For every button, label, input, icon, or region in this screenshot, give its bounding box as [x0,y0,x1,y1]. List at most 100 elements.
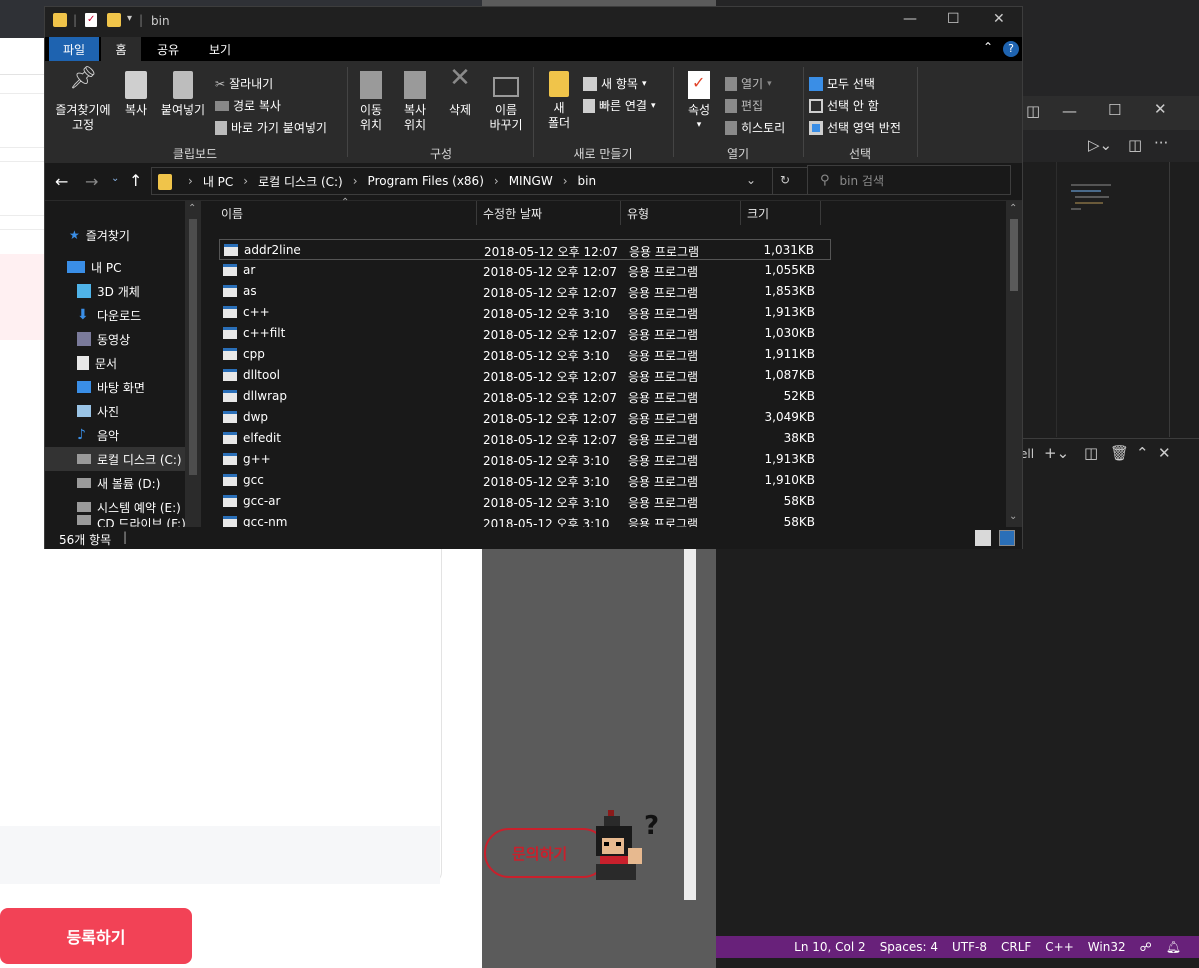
new-folder-button[interactable]: 새 폴더 [537,71,581,131]
search-input[interactable]: ⚲ bin 검색 [807,165,1011,195]
new-folder-icon[interactable] [107,13,121,27]
properties-button[interactable]: ✓ 속성 ▾ [677,71,721,133]
history-button[interactable]: 히스토리 [725,119,785,136]
breadcrumb-item[interactable]: Program Files (x86) [368,174,484,188]
tab-view[interactable]: 보기 [195,37,245,61]
nav-item-desktop[interactable]: 바탕 화면 [45,375,187,399]
maximize-icon[interactable]: ☐ [947,11,960,27]
address-bar[interactable]: › 내 PC › 로컬 디스크 (C:) › Program Files (x8… [151,167,811,195]
language-mode[interactable]: C++ [1045,940,1074,954]
breadcrumb-item[interactable]: MINGW [509,174,553,188]
delete-button[interactable]: ✕ 삭제 [441,65,479,118]
paste-shortcut-button[interactable]: 바로 가기 붙여넣기 [215,119,327,136]
file-row[interactable]: dlltool 2018-05-12 오후 12:07 응용 프로그램 1,087KB [219,365,831,386]
tab-home[interactable]: 홈 [101,37,141,61]
scroll-up-icon[interactable]: ⌃ [1009,203,1017,214]
copy-to-button[interactable]: 복사 위치 [393,71,437,133]
file-row[interactable]: dllwrap 2018-05-12 오후 12:07 응용 프로그램 52KB [219,386,831,407]
maximize-panel-icon[interactable]: ⌃ [1136,444,1149,462]
nav-item-downloads[interactable]: ⬇ 다운로드 [45,303,187,327]
minimize-icon[interactable]: — [903,11,917,27]
file-row[interactable]: g++ 2018-05-12 오후 3:10 응용 프로그램 1,913KB [219,449,831,470]
nav-item-videos[interactable]: 동영상 [45,327,187,351]
more-icon[interactable]: ··· [1154,134,1168,152]
trash-icon[interactable]: 🗑 [1110,444,1129,462]
file-row[interactable]: gcc 2018-05-12 오후 3:10 응용 프로그램 1,910KB [219,470,831,491]
file-row[interactable]: gcc-ar 2018-05-12 오후 3:10 응용 프로그램 58KB [219,491,831,512]
rename-button[interactable]: 이름 바꾸기 [483,71,529,133]
encoding[interactable]: UTF-8 [952,940,987,954]
easy-access-button[interactable]: 빠른 연결 ▾ [583,97,656,114]
customize-toolbar-icon[interactable]: ▾ [127,13,132,24]
nav-item-3d-objects[interactable]: 3D 개체 [45,279,187,303]
copy-button[interactable]: 복사 [117,71,155,118]
file-row[interactable]: c++ 2018-05-12 오후 3:10 응용 프로그램 1,913KB [219,302,831,323]
move-to-button[interactable]: 이동 위치 [351,71,391,133]
nav-item-music[interactable]: ♪ 음악 [45,423,187,447]
help-icon[interactable]: ? [1003,41,1019,57]
invert-selection-button[interactable]: 선택 영역 반전 [809,119,901,136]
address-dropdown-icon[interactable]: ⌄ [746,173,756,187]
edit-button[interactable]: 편집 [725,97,763,114]
file-row[interactable]: c++filt 2018-05-12 오후 12:07 응용 프로그램 1,030KB [219,323,831,344]
file-row[interactable]: cpp 2018-05-12 오후 3:10 응용 프로그램 1,911KB [219,344,831,365]
close-icon[interactable]: ✕ [1154,100,1167,118]
scroll-down-icon[interactable]: ⌄ [1009,511,1017,522]
register-button[interactable]: 등록하기 [0,908,192,964]
scroll-up-icon[interactable]: ⌃ [188,203,196,214]
layout-icon[interactable]: ◫ [1026,102,1040,120]
file-row[interactable]: as 2018-05-12 오후 12:07 응용 프로그램 1,853KB [219,281,831,302]
split-editor-icon[interactable]: ◫ [1128,136,1142,154]
nav-item-cd-drive-f[interactable]: CD 드라이브 (F:) [45,515,187,527]
pin-quick-access-button[interactable]: 📌︎ 즐겨찾기에 고정 [49,68,117,133]
tab-share[interactable]: 공유 [145,37,191,61]
details-view-icon[interactable] [975,530,991,546]
bell-icon[interactable]: 🔔︎ [1166,940,1181,954]
file-row[interactable]: ar 2018-05-12 오후 12:07 응용 프로그램 1,055KB [219,260,831,281]
column-header-date[interactable]: 수정한 날짜 [477,201,621,225]
properties-icon[interactable]: ✓ [85,13,97,27]
tab-file[interactable]: 파일 [49,37,99,61]
refresh-icon[interactable]: ↻ [780,173,790,187]
maximize-icon[interactable]: ☐ [1108,101,1121,119]
large-icons-view-icon[interactable] [999,530,1015,546]
line-ending[interactable]: CRLF [1001,940,1031,954]
breadcrumb-item[interactable]: bin [578,174,597,188]
nav-item-pictures[interactable]: 사진 [45,399,187,423]
minimize-icon[interactable]: — [1062,102,1077,120]
close-panel-icon[interactable]: ✕ [1158,444,1171,462]
indentation[interactable]: Spaces: 4 [880,940,938,954]
column-header-size[interactable]: 크기 [741,201,821,225]
nav-item-local-disk-c[interactable]: 로컬 디스크 (C:) [45,447,187,471]
new-terminal-icon[interactable]: +⌄ [1044,444,1069,462]
web-scrollbar[interactable] [684,540,696,900]
scroll-thumb[interactable] [1010,219,1018,291]
nav-item-this-pc[interactable]: 내 PC [45,255,187,279]
feedback-icon[interactable]: ☍ [1140,940,1152,954]
close-icon[interactable]: ✕ [993,11,1005,27]
breadcrumb-item[interactable]: 로컬 디스크 (C:) [258,173,343,190]
new-item-button[interactable]: 새 항목 ▾ [583,75,646,92]
select-none-button[interactable]: 선택 안 함 [809,97,879,114]
nav-scrollbar[interactable]: ⌃ [185,201,201,527]
paste-button[interactable]: 붙여넣기 [157,71,209,118]
copy-path-button[interactable]: 경로 복사 [215,97,281,114]
breadcrumb-item[interactable]: 내 PC [203,173,233,190]
open-button[interactable]: 열기 ▾ [725,75,772,92]
file-row[interactable]: dwp 2018-05-12 오후 12:07 응용 프로그램 3,049KB [219,407,831,428]
file-row[interactable]: elfedit 2018-05-12 오후 12:07 응용 프로그램 38KB [219,428,831,449]
recent-locations-icon[interactable]: ⌄ [111,173,119,184]
file-list-scrollbar[interactable]: ⌃ ⌄ [1006,201,1022,527]
select-all-button[interactable]: 모두 선택 [809,75,875,92]
scroll-thumb[interactable] [189,219,197,475]
split-terminal-icon[interactable]: ◫ [1084,444,1098,462]
forward-icon[interactable]: → [85,172,98,191]
platform[interactable]: Win32 [1088,940,1126,954]
file-row[interactable]: addr2line 2018-05-12 오후 12:07 응용 프로그램 1,031… [219,239,831,260]
nav-item-quick-access[interactable]: ★ 즐겨찾기 [45,223,187,247]
column-header-type[interactable]: 유형 [621,201,741,225]
collapse-ribbon-icon[interactable]: ⌃ [983,40,993,54]
run-icon[interactable]: ▷⌄ [1088,136,1112,154]
minimap[interactable] [1056,162,1199,437]
up-icon[interactable]: ↑ [129,171,142,190]
